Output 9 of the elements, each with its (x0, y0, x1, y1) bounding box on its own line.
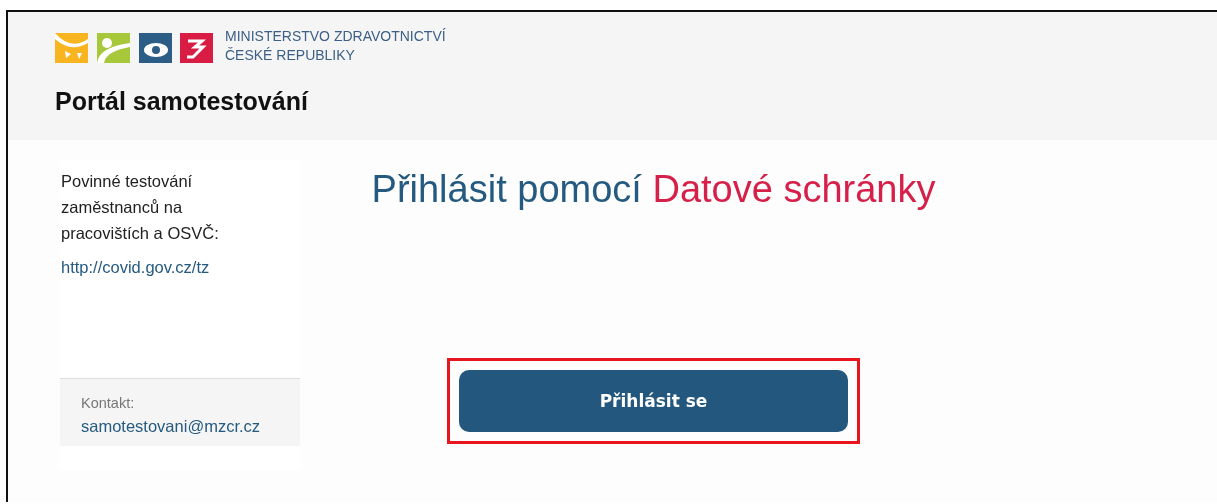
info-link[interactable]: http://covid.gov.cz/tz (61, 258, 300, 277)
contact-email-link[interactable]: samotestovani@mzcr.cz (81, 417, 300, 436)
ministry-name: MINISTERSTVO ZDRAVOTNICTVÍ (225, 27, 446, 46)
login-button[interactable]: Přihlásit se (459, 370, 848, 432)
contact-label: Kontakt: (81, 395, 136, 411)
portal-title: Portál samotestování (55, 87, 310, 116)
ministry-name: ČESKÉ REPUBLIKY (225, 46, 356, 65)
info-text: Povinné testování zaměstnanců na pracovištích a OSVČ: (60, 171, 220, 244)
login-heading: Přihlásit pomocí Datové schránky (371, 168, 936, 211)
